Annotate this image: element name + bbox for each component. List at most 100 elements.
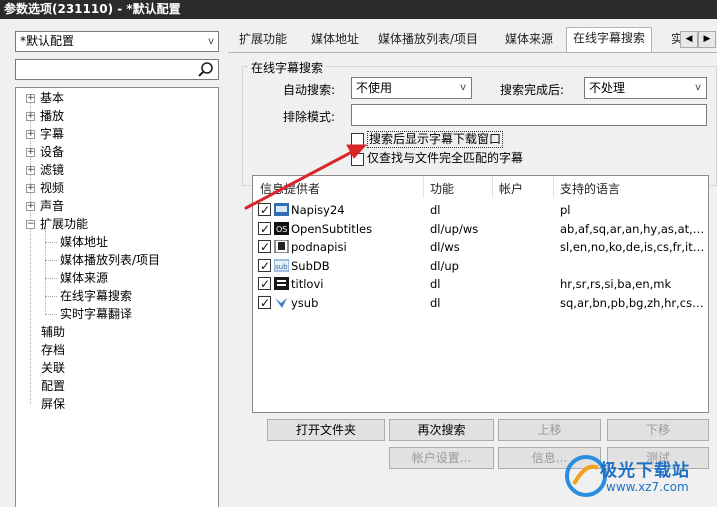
provider-enabled-checkbox[interactable]: [258, 294, 271, 312]
tree-item[interactable]: 屏保: [41, 395, 65, 413]
expand-icon[interactable]: +: [26, 94, 35, 103]
move-down-button[interactable]: 下移: [607, 419, 709, 441]
tab-scroll-right-icon[interactable]: ▶: [698, 31, 716, 48]
expand-icon[interactable]: +: [26, 148, 35, 157]
expand-icon[interactable]: +: [26, 112, 35, 121]
tab-media-source[interactable]: 媒体来源: [499, 29, 559, 51]
provider-row[interactable]: subSubDB dl/up: [253, 257, 708, 275]
tree-subitem[interactable]: 媒体来源: [60, 269, 108, 287]
provider-enabled-checkbox[interactable]: [258, 275, 271, 293]
subdb-icon: sub: [274, 259, 289, 271]
expand-icon[interactable]: +: [26, 166, 35, 175]
exclude-label: 排除模式:: [283, 110, 336, 124]
provider-func-cell: dl/ws: [430, 240, 460, 254]
tree-item[interactable]: 配置: [41, 377, 65, 395]
tree-item[interactable]: − 扩展功能: [26, 215, 88, 233]
tab-media-address[interactable]: 媒体地址: [305, 29, 365, 51]
tree-item-label: 配置: [41, 379, 66, 393]
titlovi-icon: [274, 277, 289, 290]
provider-enabled-checkbox[interactable]: [258, 201, 271, 219]
tab-playlist[interactable]: 媒体播放列表/项目: [372, 29, 484, 51]
expand-icon[interactable]: +: [26, 130, 35, 139]
expand-icon[interactable]: +: [26, 202, 35, 211]
provider-langs-cell: sq,ar,bn,pb,bg,zh,hr,cs,d...: [560, 295, 706, 310]
col-header-languages[interactable]: 支持的语言: [560, 180, 620, 197]
provider-enabled-checkbox[interactable]: [258, 238, 271, 256]
col-header-provider[interactable]: 信息提供者: [260, 180, 320, 197]
tree-item[interactable]: 辅助: [41, 323, 65, 341]
auto-search-label: 自动搜索:: [283, 83, 336, 97]
col-header-account[interactable]: 帐户: [499, 180, 523, 197]
watermark-url: www.xz7.com: [606, 480, 689, 494]
tree-item[interactable]: 存档: [41, 341, 65, 359]
provider-name-cell: Napisy24: [291, 203, 345, 217]
tree-item[interactable]: + 滤镜: [26, 161, 64, 179]
provider-langs-cell: hr,sr,rs,si,ba,en,mk: [560, 277, 672, 291]
svg-text:OS: OS: [276, 225, 287, 234]
provider-row[interactable]: Napisy24 dl pl: [253, 201, 708, 219]
tab-bar: 扩展功能 媒体地址 媒体播放列表/项目 媒体来源 在线字幕搜索 实时 ◀ ▶: [228, 19, 717, 53]
tree-subitem[interactable]: 媒体播放列表/项目: [60, 251, 160, 269]
tree-item-label: 声音: [40, 199, 65, 213]
napisy24-icon: [274, 203, 289, 216]
ysub-icon: [275, 297, 287, 308]
exclude-pattern-input[interactable]: [351, 104, 707, 126]
tree-item[interactable]: + 播放: [26, 107, 64, 125]
tab-extensions[interactable]: 扩展功能: [233, 29, 293, 51]
provider-enabled-checkbox[interactable]: [258, 257, 271, 275]
tree-item[interactable]: + 字幕: [26, 125, 64, 143]
exact-match-checkbox[interactable]: [351, 153, 364, 166]
provider-enabled-checkbox[interactable]: [258, 220, 271, 238]
tree-subitem[interactable]: 在线字幕搜索: [60, 287, 132, 305]
after-search-select[interactable]: 不处理 v: [584, 77, 707, 99]
show-download-window-label[interactable]: 搜索后显示字幕下载窗口: [367, 131, 504, 148]
exact-match-label[interactable]: 仅查找与文件完全匹配的字幕: [367, 151, 523, 166]
tree-item[interactable]: + 视频: [26, 179, 64, 197]
tab-online-subtitle-search[interactable]: 在线字幕搜索: [566, 27, 653, 53]
tree-item-label: 播放: [40, 109, 65, 123]
tree-item-label: 视频: [40, 181, 65, 195]
window-title: 参数选项(231110) - *默认配置: [0, 0, 717, 19]
profile-select[interactable]: *默认配置 v: [15, 31, 219, 52]
search-again-button[interactable]: 再次搜索: [389, 419, 494, 441]
auto-search-value: 不使用: [356, 81, 393, 95]
provider-row[interactable]: ysub dl sq,ar,bn,pb,bg,zh,hr,cs,d...: [253, 294, 708, 312]
provider-name-cell: titlovi: [291, 277, 324, 291]
provider-row[interactable]: OS OpenSubtitles dl/up/ws ab,af,sq,ar,an,hy…: [253, 220, 708, 238]
auto-search-select[interactable]: 不使用 v: [351, 77, 472, 99]
open-folder-button[interactable]: 打开文件夹: [267, 419, 385, 441]
collapse-icon[interactable]: −: [26, 220, 35, 229]
tree-search-input[interactable]: [15, 59, 219, 80]
tree-subitem[interactable]: 实时字幕翻译: [60, 305, 132, 323]
move-up-button[interactable]: 上移: [498, 419, 601, 441]
tree-item-label: 扩展功能: [40, 217, 89, 231]
group-title: 在线字幕搜索: [248, 59, 327, 76]
providers-list[interactable]: 信息提供者 功能 帐户 支持的语言 Napisy24 dl pl OS OpenSubt…: [252, 175, 709, 413]
provider-row[interactable]: titlovi dl hr,sr,rs,si,ba,en,mk: [253, 275, 708, 293]
after-search-label: 搜索完成后:: [500, 83, 565, 97]
tree-item[interactable]: + 声音: [26, 197, 64, 215]
chevron-down-icon: v: [208, 36, 214, 47]
col-header-function[interactable]: 功能: [430, 180, 454, 197]
tree-item-label: 屏保: [41, 397, 66, 411]
provider-langs-cell: ab,af,sq,ar,an,hy,as,at,az...: [560, 221, 706, 236]
tree-subitem[interactable]: 媒体地址: [60, 233, 108, 251]
after-search-value: 不处理: [589, 81, 626, 95]
tree-item-label: 字幕: [40, 127, 65, 141]
provider-func-cell: dl: [430, 203, 441, 217]
watermark-brand: 极光下载站: [600, 461, 690, 481]
search-icon[interactable]: [197, 61, 215, 79]
tree-item[interactable]: + 基本: [26, 89, 64, 107]
show-download-window-checkbox[interactable]: [351, 133, 364, 146]
tree-subitem-label: 在线字幕搜索: [60, 289, 133, 303]
tab-scroll-left-icon[interactable]: ◀: [680, 31, 698, 48]
tree-subitem-label: 媒体地址: [60, 235, 109, 249]
provider-row[interactable]: podnapisi dl/ws sl,en,no,ko,de,is,cs,fr,it…: [253, 238, 708, 256]
watermark: 极光下载站 www.xz7.com: [560, 448, 717, 507]
profile-select-value: *默认配置: [20, 34, 75, 48]
expand-icon[interactable]: +: [26, 184, 35, 193]
account-settings-button[interactable]: 帐户设置...: [389, 447, 494, 469]
tree-item[interactable]: + 设备: [26, 143, 64, 161]
tree-item-label: 设备: [40, 145, 65, 159]
tree-item[interactable]: 关联: [41, 359, 65, 377]
